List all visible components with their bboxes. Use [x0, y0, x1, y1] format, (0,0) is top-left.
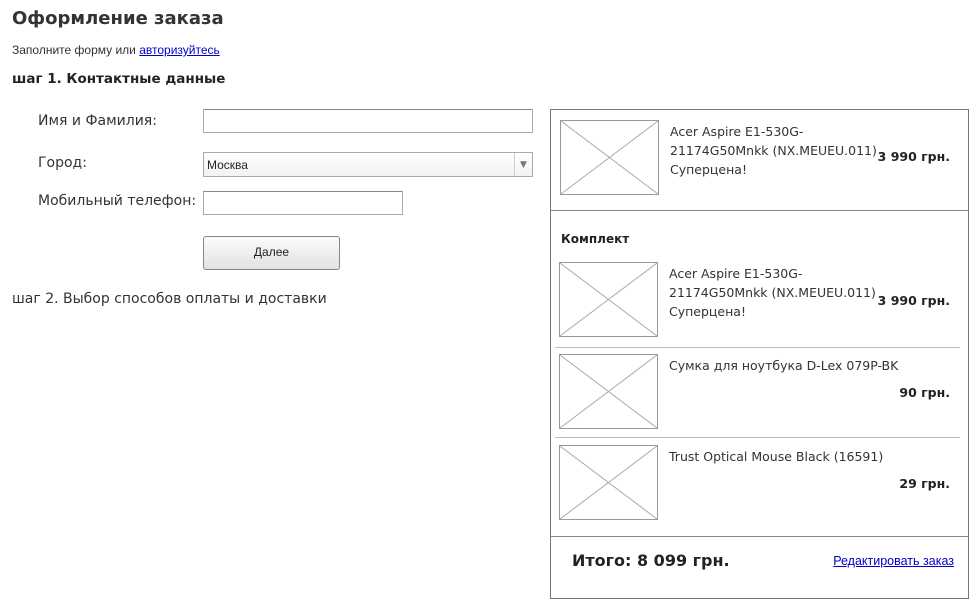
- next-button[interactable]: Далее: [203, 236, 340, 270]
- cart-panel: Acer Aspire E1-530G-21174G50Mnkk (NX.MEU…: [550, 109, 969, 599]
- divider: [555, 347, 960, 348]
- kit-item-price: 90 грн.: [899, 385, 950, 400]
- kit-item-name[interactable]: Trust Optical Mouse Black (16591): [669, 447, 899, 466]
- image-placeholder-icon: [560, 263, 657, 336]
- product-image-icon[interactable]: [559, 354, 658, 429]
- kit-item-name[interactable]: Acer Aspire E1-530G-21174G50Mnkk (NX.MEU…: [669, 264, 899, 321]
- product-image-icon[interactable]: [559, 445, 658, 520]
- subtitle: Заполните форму или авторизуйтесь: [12, 43, 220, 57]
- city-select[interactable]: Москва ▼: [203, 152, 533, 177]
- main-item-price: 3 990 грн.: [877, 149, 950, 164]
- phone-input[interactable]: [203, 191, 403, 215]
- phone-label: Мобильный телефон:: [38, 193, 197, 209]
- image-placeholder-icon: [560, 355, 657, 428]
- kit-item-price: 3 990 грн.: [877, 293, 950, 308]
- image-placeholder-icon: [560, 446, 657, 519]
- page-title: Оформление заказа: [12, 8, 224, 29]
- kit-item-name[interactable]: Сумка для ноутбука D-Lex 079P-BK: [669, 356, 899, 375]
- divider: [555, 437, 960, 438]
- main-item-name[interactable]: Acer Aspire E1-530G-21174G50Mnkk (NX.MEU…: [670, 122, 900, 179]
- step1-heading: шаг 1. Контактные данные: [12, 71, 226, 87]
- subtitle-text: Заполните форму или: [12, 43, 140, 57]
- name-label: Имя и Фамилия:: [38, 113, 157, 129]
- order-total: Итого: 8 099 грн.: [572, 551, 730, 570]
- product-image-icon[interactable]: [559, 262, 658, 337]
- image-placeholder-icon: [561, 121, 658, 194]
- product-image-icon[interactable]: [560, 120, 659, 195]
- login-link[interactable]: авторизуйтесь: [139, 43, 220, 57]
- kit-item-price: 29 грн.: [899, 476, 950, 491]
- chevron-down-icon[interactable]: ▼: [514, 153, 532, 176]
- step2-heading: шаг 2. Выбор способов оплаты и доставки: [12, 291, 327, 307]
- divider: [551, 210, 968, 211]
- name-input[interactable]: [203, 109, 533, 133]
- city-label: Город:: [38, 155, 87, 171]
- edit-order-link[interactable]: Редактировать заказ: [833, 554, 954, 568]
- kit-label: Комплект: [561, 232, 630, 246]
- city-select-value: Москва: [207, 158, 248, 172]
- divider: [551, 536, 968, 537]
